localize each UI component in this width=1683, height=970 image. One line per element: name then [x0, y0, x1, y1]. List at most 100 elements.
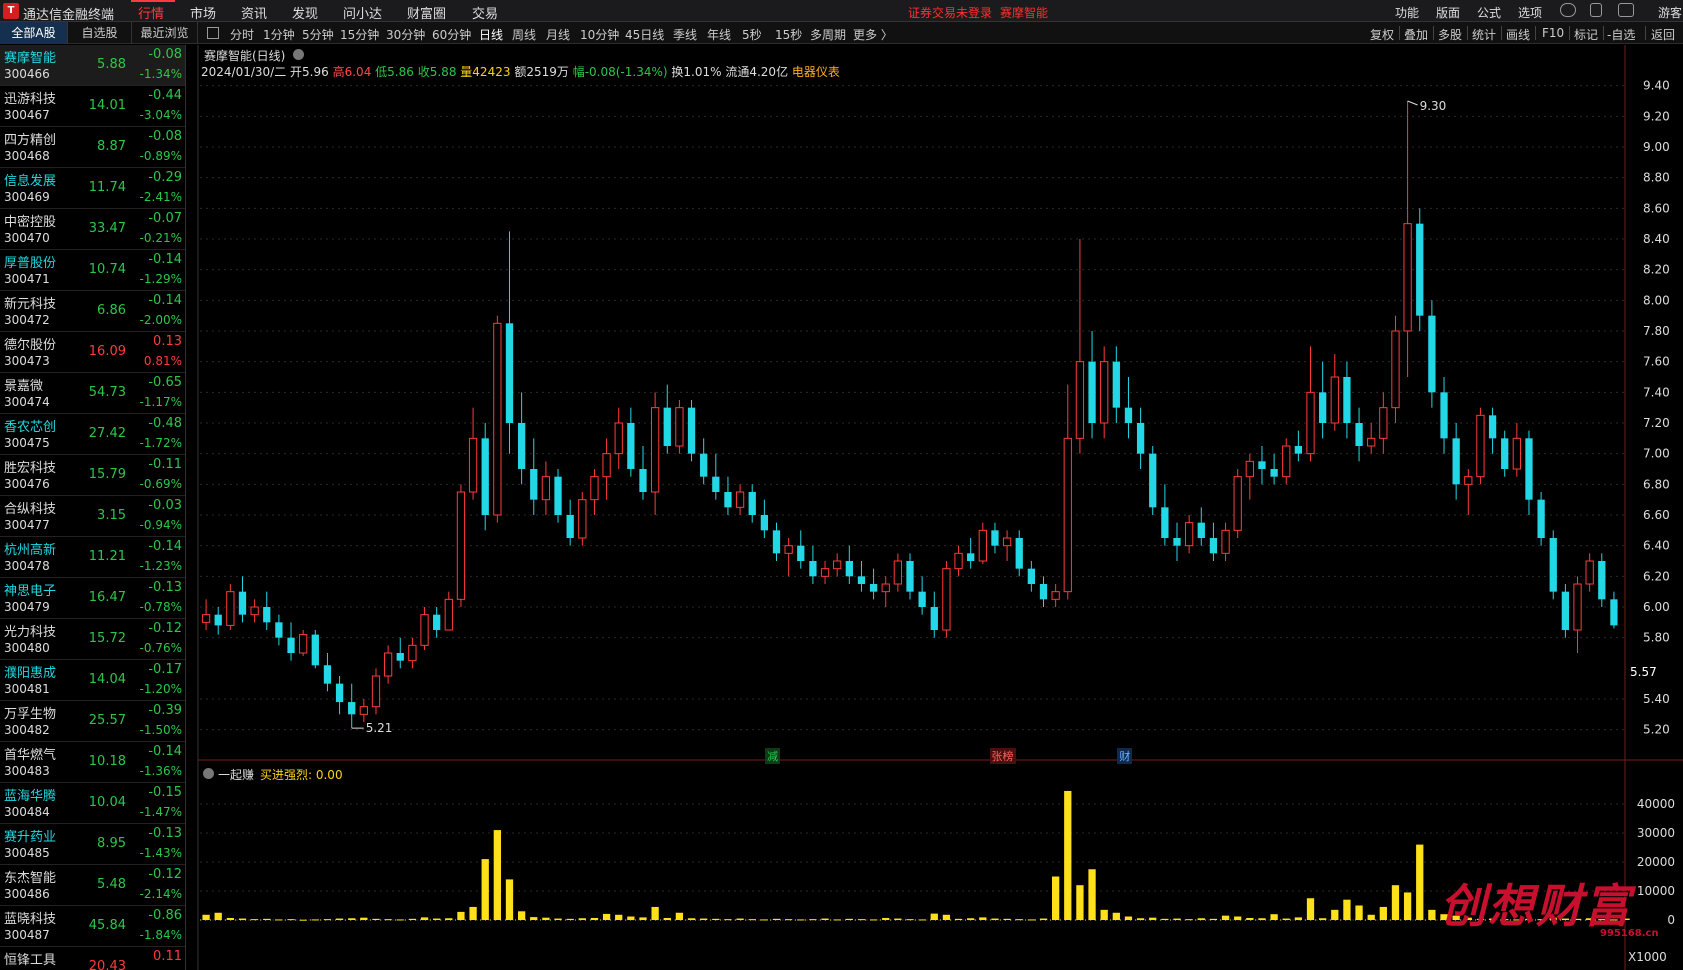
event-marker-label[interactable]: 减 — [765, 748, 781, 764]
candle-body-down — [1355, 423, 1363, 446]
candle-body-up — [942, 568, 951, 631]
candle-body-up — [590, 476, 599, 501]
volume-unit: X1000 — [1628, 950, 1667, 964]
volume-bar — [1221, 915, 1230, 920]
price-tick-label: 9.40 — [1643, 79, 1670, 93]
candle-body-up — [299, 634, 308, 654]
candle-body-up — [1476, 414, 1485, 478]
candle-body-down — [263, 607, 271, 623]
candle-body-up — [420, 614, 429, 646]
volume-bar — [1088, 869, 1096, 920]
candle-body-down — [1501, 438, 1509, 469]
candle-body-down — [238, 591, 247, 615]
candle-body-down — [311, 634, 319, 666]
candle-body-up — [1185, 522, 1194, 547]
candle-body-up — [1573, 583, 1582, 631]
volume-bar — [445, 918, 453, 920]
volume-bar — [214, 912, 222, 920]
candle-body-down — [1027, 568, 1036, 584]
candle-body-up — [650, 407, 660, 493]
volume-bar — [1282, 918, 1290, 920]
volume-bar — [1355, 905, 1363, 920]
candle-body-up — [614, 422, 623, 455]
event-marker-label[interactable]: 张榜 — [989, 748, 1016, 764]
volume-bar — [420, 917, 429, 920]
candle-body-down — [214, 614, 222, 626]
volume-bar — [1161, 918, 1169, 920]
candle-body-down — [1088, 361, 1096, 423]
volume-bar — [700, 918, 708, 920]
volume-bar — [869, 919, 878, 921]
volume-bar — [784, 919, 793, 921]
candle-body-down — [396, 653, 404, 661]
candle-body-down — [1598, 561, 1606, 600]
candle-body-down — [554, 476, 562, 515]
candle-body-up — [1464, 476, 1473, 485]
candle-body-up — [1306, 391, 1315, 455]
candle-body-down — [1015, 538, 1023, 569]
candle-body-up — [820, 568, 830, 577]
volume-bar — [930, 913, 938, 920]
volume-bar — [1428, 909, 1436, 920]
candle-body-up — [1075, 361, 1085, 439]
candle-body-up — [602, 453, 611, 478]
event-marker-label[interactable]: 财 — [1117, 748, 1133, 764]
candle-body-up — [1585, 560, 1594, 585]
volume-bar — [1064, 790, 1072, 920]
price-tick-label: 6.00 — [1643, 600, 1670, 614]
price-tick-label: 5.20 — [1643, 723, 1670, 737]
candle-body-down — [433, 614, 441, 630]
volume-bar — [481, 859, 489, 920]
volume-bar — [433, 918, 441, 920]
candle-body-up — [578, 499, 587, 539]
candle-body-down — [1343, 377, 1351, 423]
price-tick-label: 7.00 — [1643, 447, 1670, 461]
price-tick-label: 8.60 — [1643, 201, 1670, 215]
volume-bar — [602, 913, 611, 920]
candle-body-up — [201, 614, 211, 623]
candle-body-up — [408, 644, 417, 662]
candle-body-down — [505, 323, 514, 423]
indicator-settings-icon[interactable] — [203, 768, 214, 779]
volume-bar — [250, 919, 259, 921]
volume-bar — [833, 919, 841, 921]
volume-bar — [1403, 892, 1412, 920]
candle-body-down — [845, 561, 853, 577]
volume-bar — [457, 911, 465, 920]
candle-body-up — [1002, 537, 1012, 547]
volume-bar — [1379, 906, 1387, 920]
candle-body-up — [1391, 330, 1400, 409]
candle-body-down — [1136, 423, 1145, 454]
candle-body-down — [287, 637, 295, 653]
volume-bar — [263, 918, 271, 920]
volume-bar — [942, 914, 951, 920]
candle-body-up — [456, 491, 466, 600]
candle-body-up — [1330, 376, 1339, 424]
candle-body-down — [481, 438, 489, 515]
candle-body-down — [809, 561, 817, 577]
candle-body-down — [1294, 446, 1303, 454]
volume-bar — [1416, 844, 1424, 920]
candle-body-down — [687, 407, 696, 454]
candle-body-up — [226, 591, 235, 626]
watermark-logo: 创想财富 — [1440, 879, 1632, 933]
volume-bar — [748, 919, 756, 921]
volume-bar — [469, 906, 477, 920]
candle-body-up — [1282, 445, 1291, 478]
kline-chart[interactable]: 5.20 5.40 5.80 6.00 6.20 6.40 6.60 6.80 7.00 7.20… — [0, 0, 1683, 970]
candle-body-down — [857, 576, 866, 584]
candle-body-up — [784, 545, 793, 554]
price-tick-label: 5.80 — [1643, 631, 1670, 645]
candle-body-down — [1209, 538, 1218, 554]
volume-bar — [675, 912, 684, 920]
volume-bar — [845, 918, 853, 920]
candle-body-down — [991, 530, 999, 546]
candle-body-down — [724, 492, 732, 508]
price-tick-label: 8.00 — [1643, 293, 1670, 307]
volume-bar — [505, 879, 514, 920]
watermark-url: 995168.cn — [1600, 928, 1659, 939]
volume-bar — [1076, 885, 1084, 920]
candle-body-up — [893, 560, 903, 585]
volume-bar — [1343, 899, 1351, 920]
volume-bar — [1112, 912, 1120, 920]
